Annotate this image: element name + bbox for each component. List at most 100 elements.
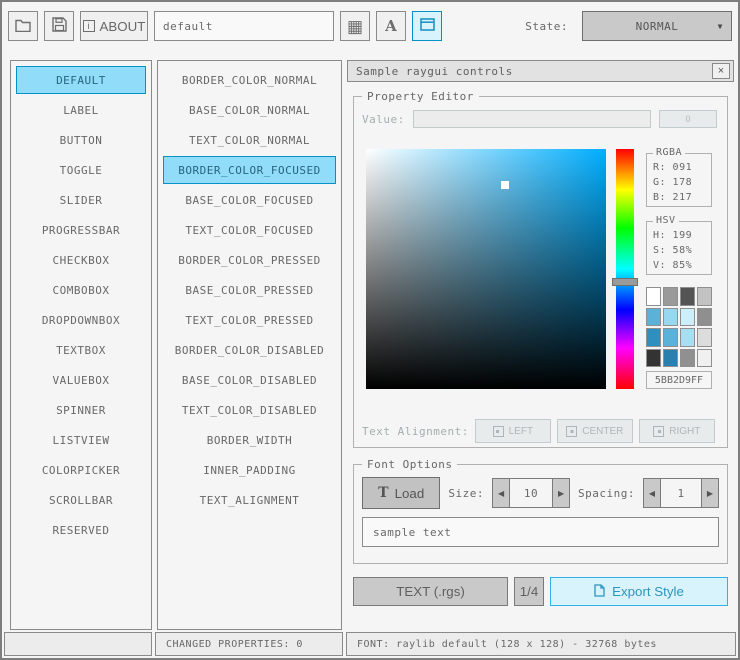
export-style-button[interactable]: Export Style [550, 577, 728, 606]
value-input[interactable] [412, 110, 651, 128]
list-item-label[interactable]: LABEL [16, 96, 146, 124]
color-swatch[interactable] [680, 307, 695, 326]
open-style-button[interactable] [8, 11, 38, 41]
color-swatch[interactable] [663, 287, 678, 306]
export-format-button[interactable]: TEXT (.rgs) [353, 577, 508, 606]
window-panel-icon [419, 18, 435, 34]
prop-item-text-color-normal[interactable]: TEXT_COLOR_NORMAL [163, 126, 336, 154]
hsv-s-value: S: 58% [653, 245, 693, 256]
color-swatch[interactable] [663, 307, 678, 326]
font-options-row: T Load Size: ◀ 10 ▶ Spacing: ◀ 1 ▶ [362, 477, 719, 509]
color-swatch[interactable] [646, 287, 661, 306]
hue-slider[interactable] [612, 149, 638, 389]
page-counter-button[interactable]: 1/4 [514, 577, 544, 606]
size-increase-button[interactable]: ▶ [552, 478, 571, 508]
color-swatch[interactable] [697, 287, 712, 306]
font-spacing-value[interactable]: 1 [661, 478, 701, 508]
prop-item-inner-padding[interactable]: INNER_PADDING [163, 456, 336, 484]
load-font-button[interactable]: T Load [362, 477, 441, 509]
color-swatch[interactable] [697, 328, 712, 347]
align-left-label: LEFT [508, 425, 534, 437]
font-view-button[interactable]: A [376, 11, 406, 41]
list-item-listview[interactable]: LISTVIEW [16, 426, 146, 454]
prop-item-border-color-focused[interactable]: BORDER_COLOR_FOCUSED [163, 156, 336, 184]
style-name-input[interactable] [154, 11, 334, 41]
color-swatch[interactable] [680, 328, 695, 347]
folder-icon [15, 18, 31, 35]
color-swatch[interactable] [646, 328, 661, 347]
property-editor-group: Property Editor Value: 0 RGBA R: 091 G: … [353, 90, 728, 448]
controls-view-button[interactable] [412, 11, 442, 41]
prop-item-text-color-disabled[interactable]: TEXT_COLOR_DISABLED [163, 396, 336, 424]
arrow-left-icon: ◀ [648, 488, 656, 498]
list-item-toggle[interactable]: TOGGLE [16, 156, 146, 184]
align-left-icon [492, 425, 504, 437]
about-button[interactable]: i ABOUT [80, 11, 148, 41]
close-icon: × [717, 65, 725, 77]
size-decrease-button[interactable]: ◀ [492, 478, 511, 508]
spacing-decrease-button[interactable]: ◀ [643, 478, 661, 508]
list-item-default[interactable]: DEFAULT [16, 66, 146, 94]
rgba-b-value: B: 217 [653, 192, 693, 203]
color-swatch[interactable] [646, 307, 661, 326]
align-left-button[interactable]: LEFT [474, 419, 551, 443]
list-item-button[interactable]: BUTTON [16, 126, 146, 154]
prop-item-border-color-disabled[interactable]: BORDER_COLOR_DISABLED [163, 336, 336, 364]
list-item-checkbox[interactable]: CHECKBOX [16, 246, 146, 274]
prop-item-border-color-normal[interactable]: BORDER_COLOR_NORMAL [163, 66, 336, 94]
rgba-group-label: RGBA [653, 147, 686, 158]
color-swatch[interactable] [663, 328, 678, 347]
arrow-right-icon: ▶ [557, 488, 565, 498]
color-swatch[interactable] [663, 348, 678, 367]
prop-item-base-color-disabled[interactable]: BASE_COLOR_DISABLED [163, 366, 336, 394]
list-item-reserved[interactable]: RESERVED [16, 516, 146, 544]
style-table-view-button[interactable]: ▦ [340, 11, 370, 41]
color-swatch[interactable] [697, 348, 712, 367]
sample-controls-panel: Sample raygui controls × Property Editor… [347, 60, 734, 628]
prop-item-text-color-pressed[interactable]: TEXT_COLOR_PRESSED [163, 306, 336, 334]
list-item-slider[interactable]: SLIDER [16, 186, 146, 214]
prop-item-border-color-pressed[interactable]: BORDER_COLOR_PRESSED [163, 246, 336, 274]
color-swatch[interactable] [697, 307, 712, 326]
hsv-h-value: H: 199 [653, 230, 693, 241]
list-item-textbox[interactable]: TEXTBOX [16, 336, 146, 364]
align-center-icon [566, 425, 578, 437]
align-right-icon [653, 425, 665, 437]
list-item-progressbar[interactable]: PROGRESSBAR [16, 216, 146, 244]
value-label: Value: [362, 112, 405, 126]
export-file-icon [594, 583, 605, 600]
list-item-colorpicker[interactable]: COLORPICKER [16, 456, 146, 484]
save-style-button[interactable] [44, 11, 74, 41]
list-item-dropdownbox[interactable]: DROPDOWNBOX [16, 306, 146, 334]
prop-item-text-alignment[interactable]: TEXT_ALIGNMENT [163, 486, 336, 514]
state-dropdown[interactable]: NORMAL ▼ [582, 11, 732, 41]
text-alignment-row: Text Alignment: LEFT CENTER RIGHT [362, 418, 717, 444]
hue-slider-handle[interactable] [612, 277, 638, 286]
info-icon: i [82, 20, 95, 32]
align-center-button[interactable]: CENTER [556, 419, 633, 443]
list-item-valuebox[interactable]: VALUEBOX [16, 366, 146, 394]
floppy-disk-icon [51, 17, 67, 35]
close-button[interactable]: × [712, 63, 730, 79]
color-swatch[interactable] [680, 348, 695, 367]
sample-text-input[interactable] [362, 517, 719, 547]
status-font-info: FONT: raylib default (128 x 128) - 32768… [346, 632, 736, 656]
prop-item-border-width[interactable]: BORDER_WIDTH [163, 426, 336, 454]
prop-item-base-color-focused[interactable]: BASE_COLOR_FOCUSED [163, 186, 336, 214]
color-picker-cursor[interactable] [501, 181, 510, 189]
font-size-value[interactable]: 10 [510, 478, 553, 508]
prop-item-text-color-focused[interactable]: TEXT_COLOR_FOCUSED [163, 216, 336, 244]
color-swatch[interactable] [680, 287, 695, 306]
spacing-increase-button[interactable]: ▶ [701, 478, 719, 508]
color-swatch[interactable] [646, 348, 661, 367]
prop-item-base-color-pressed[interactable]: BASE_COLOR_PRESSED [163, 276, 336, 304]
hsv-group: HSV H: 199 S: 58% V: 85% [646, 215, 712, 275]
spacing-label: Spacing: [578, 486, 635, 500]
color-saturation-value-picker[interactable] [366, 149, 606, 389]
align-right-button[interactable]: RIGHT [638, 419, 715, 443]
list-item-spinner[interactable]: SPINNER [16, 396, 146, 424]
list-item-scrollbar[interactable]: SCROLLBAR [16, 486, 146, 514]
value-apply-button[interactable]: 0 [659, 110, 717, 128]
prop-item-base-color-normal[interactable]: BASE_COLOR_NORMAL [163, 96, 336, 124]
list-item-combobox[interactable]: COMBOBOX [16, 276, 146, 304]
